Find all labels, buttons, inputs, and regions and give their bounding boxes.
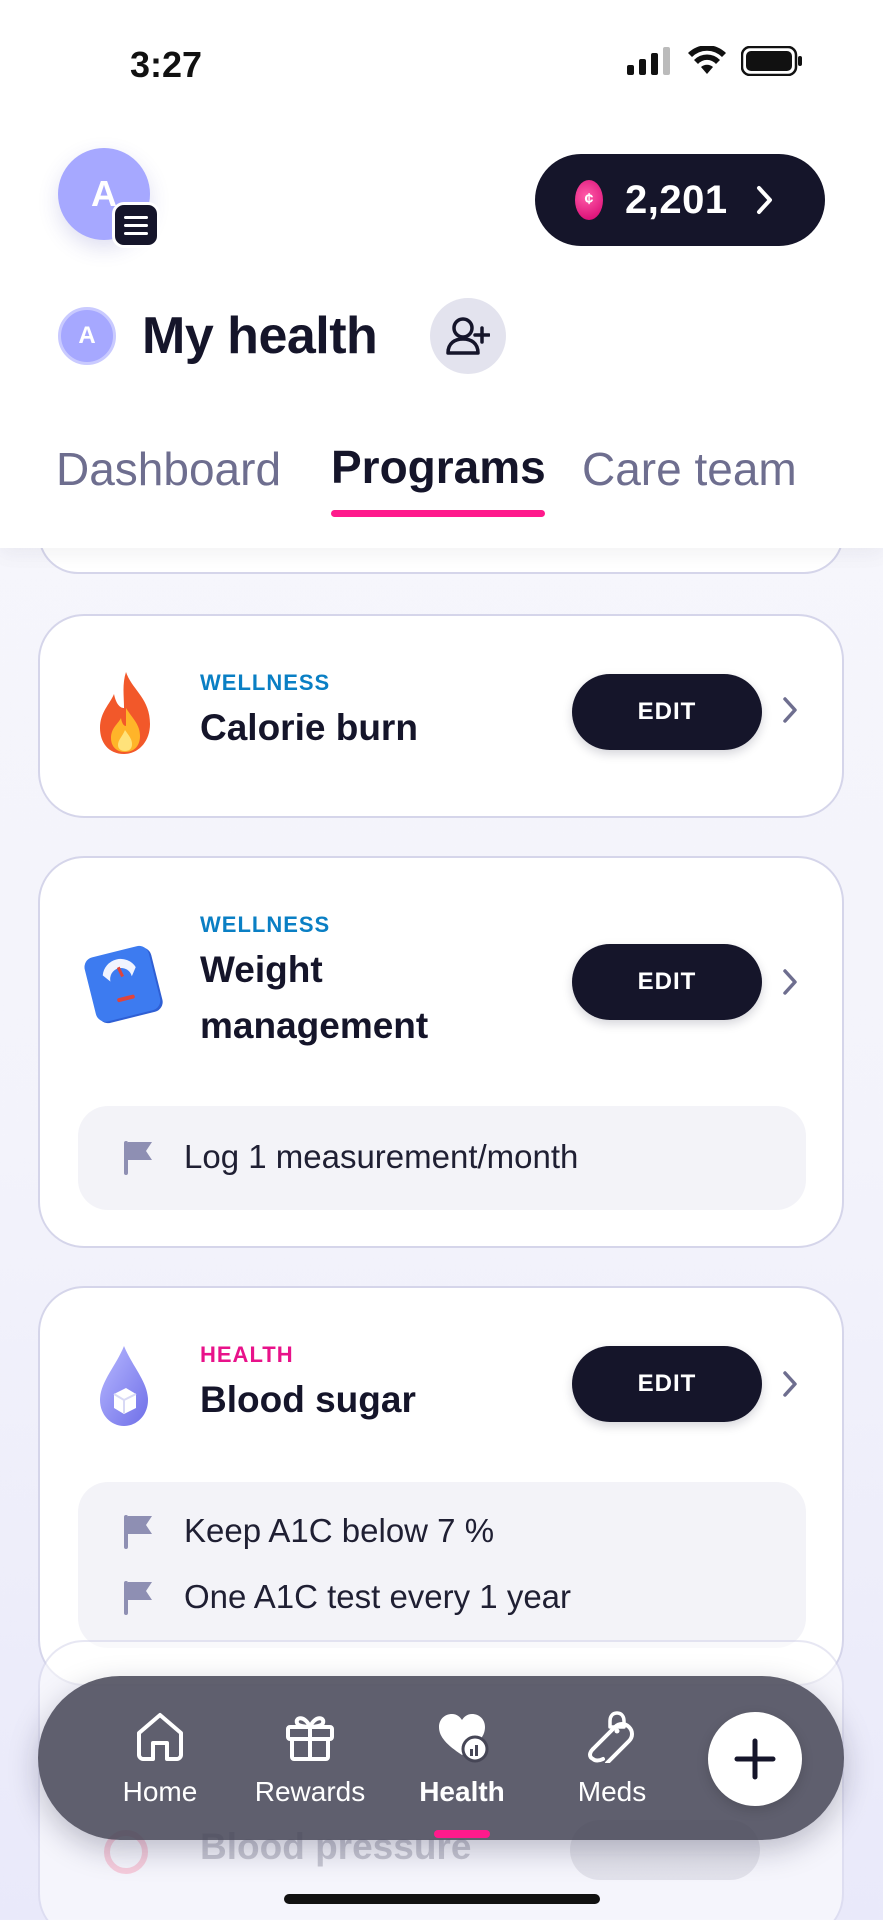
goal-item: Log 1 measurement/month — [122, 1138, 578, 1176]
page-title: My health — [142, 307, 378, 365]
points-balance-button[interactable]: ¢ 2,201 — [535, 154, 825, 246]
nav-health[interactable]: Health — [392, 1708, 532, 1808]
goals-box: Log 1 measurement/month — [78, 1106, 806, 1210]
flag-icon — [124, 1141, 152, 1175]
program-category: WELLNESS — [200, 670, 331, 695]
goal-text: Keep A1C below 7 % — [184, 1512, 495, 1549]
profile-initial: A — [78, 322, 96, 349]
points-value: 2,201 — [625, 177, 728, 222]
edit-button[interactable]: EDIT — [572, 944, 762, 1020]
nav-label: Meds — [577, 1776, 647, 1807]
fire-icon — [100, 672, 150, 754]
bottom-nav: Home Rewards Health Meds — [38, 1676, 844, 1840]
add-button[interactable] — [708, 1712, 802, 1806]
program-card[interactable]: WELLNESS Weight management EDIT Log 1 me… — [38, 856, 844, 1248]
edit-button[interactable]: EDIT — [572, 674, 762, 750]
nav-home[interactable]: Home — [90, 1708, 230, 1808]
profile-row: A My health — [58, 306, 378, 366]
profile-avatar[interactable]: A — [58, 307, 116, 365]
goals-box: Keep A1C below 7 % One A1C test every 1 … — [78, 1482, 806, 1648]
program-card[interactable]: HEALTH Blood sugar EDIT Keep A1C below 7… — [38, 1286, 844, 1686]
tab-programs[interactable]: Programs — [331, 440, 546, 494]
status-bar: 3:27 — [0, 0, 883, 130]
signal-icon — [627, 47, 670, 75]
heart-chart-icon — [439, 1714, 489, 1763]
add-person-button[interactable] — [430, 298, 506, 374]
program-card[interactable]: WELLNESS Calorie burn EDIT — [38, 614, 844, 818]
wifi-icon — [688, 46, 726, 74]
flag-icon — [124, 1515, 152, 1549]
status-time: 3:27 — [130, 44, 203, 85]
pill-bell-icon — [588, 1711, 634, 1763]
program-category: WELLNESS — [200, 912, 331, 937]
flag-icon — [124, 1581, 152, 1615]
goal-text: One A1C test every 1 year — [184, 1578, 572, 1615]
scale-icon — [84, 945, 163, 1024]
chevron-right-icon[interactable] — [782, 1370, 798, 1398]
home-icon — [137, 1713, 183, 1761]
tab-bar: Dashboard Programs Care team — [0, 430, 883, 517]
coin-icon: ¢ — [575, 180, 603, 220]
goal-text: Log 1 measurement/month — [184, 1138, 579, 1175]
add-person-icon — [446, 317, 490, 355]
edit-button[interactable]: EDIT — [572, 1346, 762, 1422]
sugar-drop-icon — [100, 1346, 148, 1426]
home-indicator — [284, 1894, 600, 1904]
goal-item: One A1C test every 1 year — [122, 1578, 571, 1616]
program-title-line1: Weight — [200, 949, 323, 990]
active-tab-indicator — [331, 510, 545, 517]
active-nav-indicator — [434, 1830, 490, 1838]
menu-icon[interactable] — [112, 202, 160, 248]
gift-icon — [286, 1716, 334, 1761]
nav-rewards[interactable]: Rewards — [240, 1708, 380, 1808]
program-title: Calorie burn — [200, 707, 418, 748]
chevron-right-icon[interactable] — [782, 968, 798, 996]
program-title: Blood sugar — [200, 1379, 416, 1420]
plus-icon — [734, 1738, 776, 1780]
tab-dashboard[interactable]: Dashboard — [56, 442, 281, 496]
goal-item: Keep A1C below 7 % — [122, 1512, 494, 1550]
nav-meds[interactable]: Meds — [542, 1708, 682, 1808]
status-icons — [627, 46, 803, 76]
battery-icon — [741, 46, 802, 76]
program-category: HEALTH — [200, 1342, 294, 1367]
nav-label: Home — [122, 1776, 198, 1807]
chevron-right-icon — [756, 186, 772, 214]
nav-label: Rewards — [254, 1776, 366, 1807]
app-header: 3:27 A ¢ 2,201 A My health Dashboard Pro… — [0, 0, 883, 548]
nav-label: Health — [419, 1776, 505, 1807]
tab-care-team[interactable]: Care team — [582, 442, 797, 496]
chevron-right-icon[interactable] — [782, 696, 798, 724]
program-title-line2: management — [200, 1005, 429, 1046]
